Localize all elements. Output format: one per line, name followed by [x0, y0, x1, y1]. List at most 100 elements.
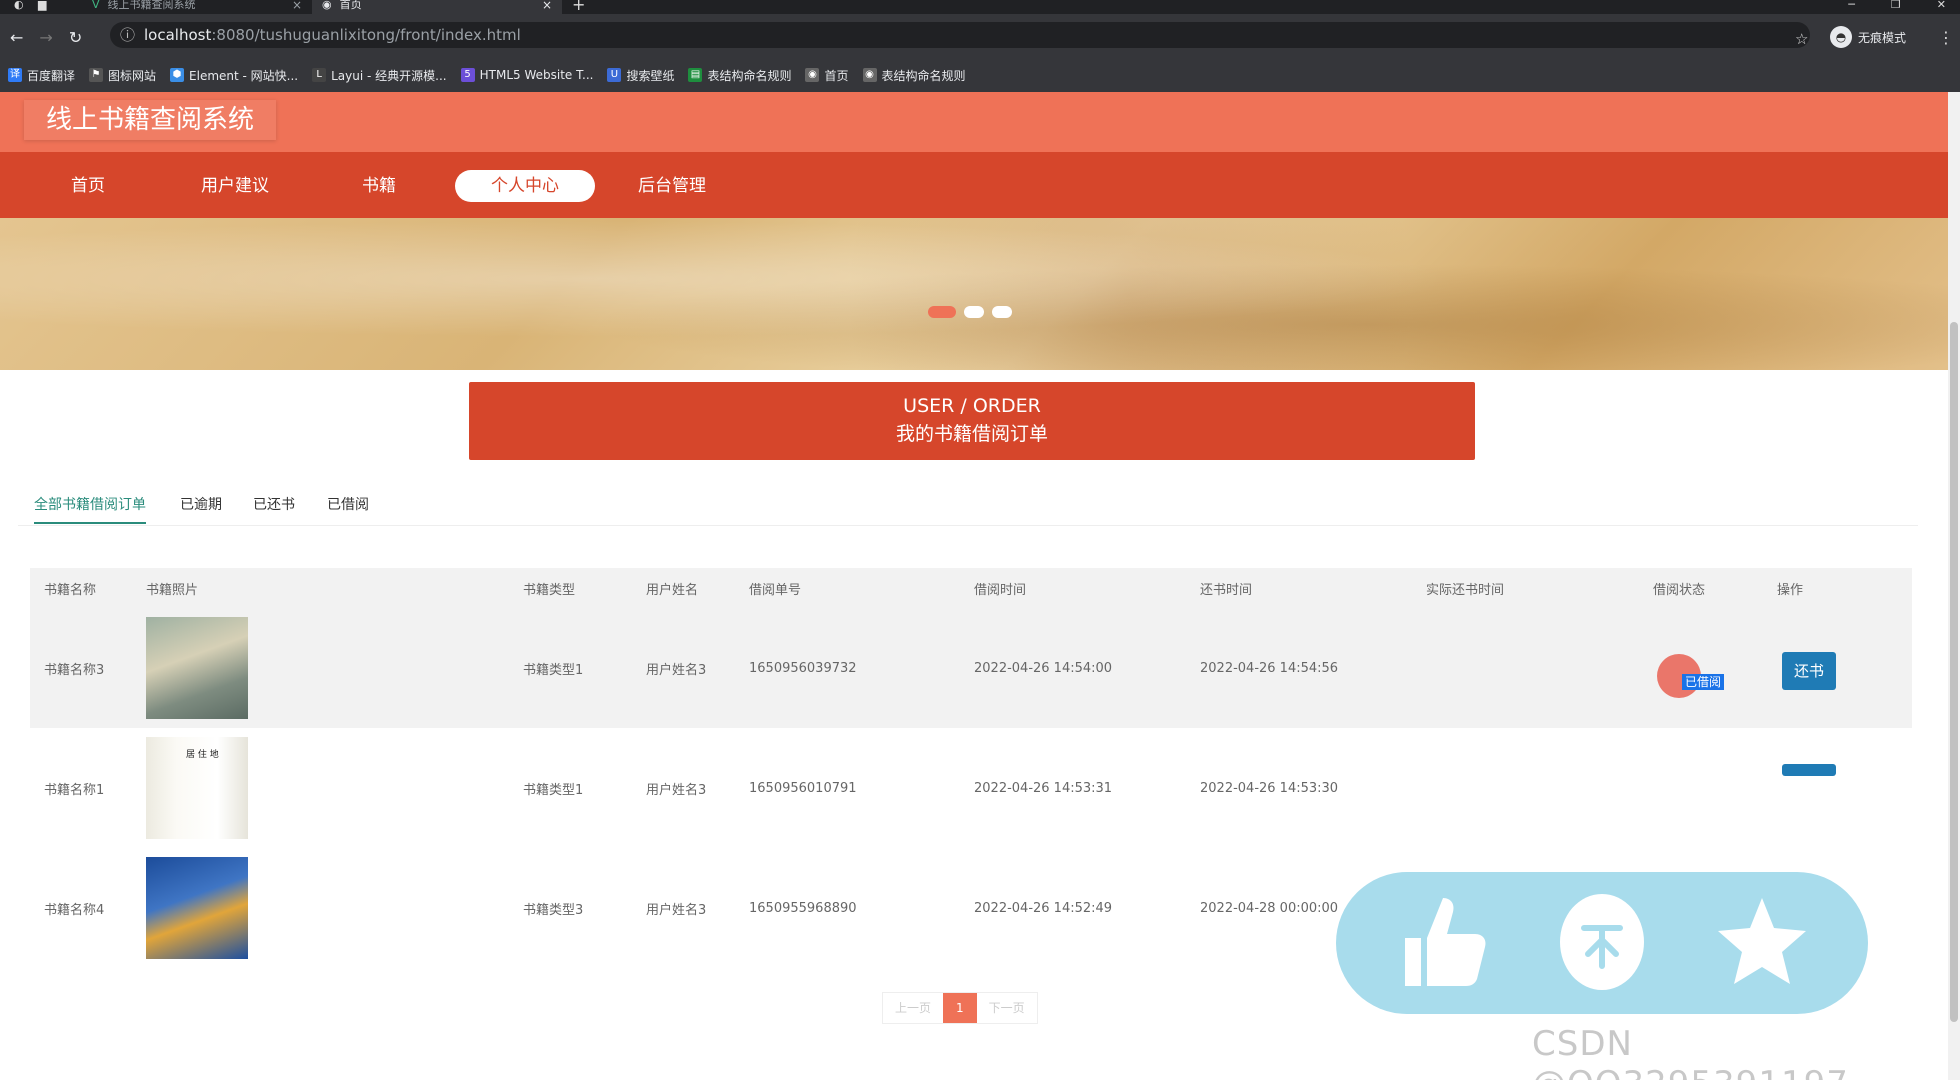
book-photo[interactable]	[146, 848, 248, 968]
url-path: :8080/tushuguanlixitong/front/index.html	[211, 26, 521, 44]
site-header: 线上书籍查阅系统	[0, 92, 1948, 152]
bookmark[interactable]: U 搜索壁纸	[607, 67, 674, 84]
book-cover-image	[146, 737, 248, 839]
col-book-photo: 书籍照片	[146, 582, 199, 598]
pagination: 上一页 1 下一页	[882, 992, 1038, 1024]
html5-icon: 5	[460, 68, 475, 82]
order-header-en: USER / ORDER	[903, 395, 1041, 417]
bookmark[interactable]: ◉ 表结构命名规则	[862, 67, 966, 84]
table-header: 书籍名称 书籍照片 书籍类型 用户姓名 借阅单号 借阅时间 还书时间 实际还书时…	[30, 568, 1912, 608]
carousel-dot[interactable]	[992, 306, 1012, 318]
carousel-dot[interactable]	[964, 306, 984, 318]
globe-icon: ◉	[862, 68, 877, 82]
window-menu-icon[interactable]: ◐	[14, 0, 30, 12]
new-tab-icon[interactable]: +	[572, 0, 585, 13]
bookmark[interactable]: ▤ 表结构命名规则	[688, 67, 791, 84]
bookmark[interactable]: 译百度翻译	[8, 67, 75, 84]
site-info-icon[interactable]: ⓘ	[120, 22, 135, 48]
tab-returned[interactable]: 已还书	[253, 494, 295, 524]
book-name: 书籍名称4	[44, 902, 105, 918]
more-menu-icon[interactable]: ⋮	[1938, 28, 1954, 47]
prev-page-button[interactable]: 上一页	[883, 993, 943, 1023]
wallpaper-icon: U	[607, 68, 622, 82]
browser-tab-strip: ◐ ▆ V 线上书籍查阅系统 × ◉ 首页 × + ─ ❐ ✕	[0, 0, 1960, 14]
tab-borrowed[interactable]: 已借阅	[327, 494, 369, 524]
col-book-type: 书籍类型	[523, 582, 576, 598]
return-time: 2022-04-26 14:54:56	[1200, 660, 1339, 676]
col-borrow-time: 借阅时间	[974, 582, 1027, 598]
banner-carousel[interactable]	[0, 218, 1948, 370]
carousel-dot[interactable]	[928, 306, 956, 318]
bookmark-label: 首页	[824, 68, 849, 83]
bookmark[interactable]: ⬢ Element - 网站快...	[170, 67, 298, 84]
nav-admin[interactable]: 后台管理	[602, 170, 742, 202]
forward-arrow-icon[interactable]: →	[39, 28, 52, 47]
bookmark[interactable]: ⚑ 图标网站	[89, 67, 156, 84]
return-time: 2022-04-28 00:00:00	[1200, 900, 1339, 916]
browser-tab-1-label: 线上书籍查阅系统	[107, 0, 196, 11]
nav-home[interactable]: 首页	[18, 170, 158, 202]
order-no: 1650956039732	[749, 660, 857, 676]
browser-tab-2[interactable]: ◉ 首页 ×	[312, 0, 562, 14]
flag-icon: ⚑	[89, 68, 104, 82]
nav-suggestions[interactable]: 用户建议	[165, 170, 305, 202]
book-type: 书籍类型3	[523, 902, 584, 918]
tab-overdue[interactable]: 已逾期	[180, 494, 222, 524]
book-photo[interactable]	[146, 608, 248, 728]
page-number-button[interactable]: 1	[943, 993, 977, 1023]
book-photo[interactable]	[146, 728, 248, 848]
bookmark-label: 表结构命名规则	[881, 68, 966, 83]
star-icon[interactable]	[1712, 892, 1812, 992]
book-type: 书籍类型1	[523, 782, 584, 798]
globe-icon: ◉	[322, 0, 332, 11]
address-bar[interactable]: ⓘ localhost:8080/tushuguanlixitong/front…	[110, 22, 1810, 48]
incognito-icon: ◓	[1830, 26, 1852, 48]
nav-books[interactable]: 书籍	[309, 170, 449, 202]
page-scrollbar[interactable]	[1948, 92, 1960, 1080]
user-name: 用户姓名3	[646, 782, 707, 798]
profile-button[interactable]: ◓ 无痕模式	[1830, 26, 1906, 48]
tab-all-orders[interactable]: 全部书籍借阅订单	[34, 494, 146, 524]
order-header-cn: 我的书籍借阅订单	[895, 423, 1048, 445]
thumbs-up-icon[interactable]	[1392, 892, 1492, 992]
col-user-name: 用户姓名	[646, 582, 699, 598]
coin-icon[interactable]	[1552, 892, 1652, 992]
globe-icon: ◉	[805, 68, 820, 82]
minimize-icon[interactable]: ─	[1848, 0, 1855, 10]
close-icon[interactable]: ×	[292, 0, 302, 11]
next-page-button[interactable]: 下一页	[977, 993, 1037, 1023]
book-name: 书籍名称3	[44, 662, 105, 678]
site-nav: 首页 用户建议 书籍 个人中心 后台管理	[0, 152, 1948, 218]
bookmark[interactable]: L Layui - 经典开源模...	[312, 67, 447, 84]
order-no: 1650955968890	[749, 900, 857, 916]
col-return-time: 还书时间	[1200, 582, 1253, 598]
bookmark-star-icon[interactable]: ☆	[1795, 30, 1808, 48]
nav-personal-center[interactable]: 个人中心	[455, 170, 595, 202]
reaction-overlay	[1336, 872, 1868, 1014]
back-arrow-icon[interactable]: ←	[10, 28, 23, 47]
book-cover-image	[146, 857, 248, 959]
browser-tab-1[interactable]: V 线上书籍查阅系统 ×	[82, 0, 312, 14]
user-name: 用户姓名3	[646, 662, 707, 678]
book-name: 书籍名称1	[44, 782, 105, 798]
return-book-button[interactable]: 还书	[1782, 652, 1836, 690]
bookmark[interactable]: ◉ 首页	[805, 67, 849, 84]
bookmark[interactable]: 5 HTML5 Website T...	[460, 68, 593, 82]
table-row: 书籍名称3 书籍类型1 用户姓名3 1650956039732 2022-04-…	[30, 608, 1912, 728]
window-controls: ─ ❐ ✕	[1848, 0, 1960, 10]
profile-label: 无痕模式	[1858, 30, 1907, 45]
page-viewport: 线上书籍查阅系统 首页 用户建议 书籍 个人中心 后台管理 USER / ORD…	[0, 92, 1948, 1080]
scrollbar-thumb[interactable]	[1950, 322, 1958, 1022]
reload-icon[interactable]: ↻	[69, 28, 82, 47]
bookmark-label: 表结构命名规则	[707, 68, 792, 83]
return-book-button[interactable]	[1782, 764, 1836, 776]
tab-search-icon[interactable]: ▆	[38, 0, 54, 12]
restore-icon[interactable]: ❐	[1891, 0, 1901, 10]
close-icon[interactable]: ×	[542, 0, 552, 11]
carousel-indicators	[928, 306, 1012, 318]
col-status: 借阅状态	[1653, 582, 1706, 598]
site-title[interactable]: 线上书籍查阅系统	[24, 100, 277, 140]
return-time: 2022-04-26 14:53:30	[1200, 780, 1339, 796]
book-type: 书籍类型1	[523, 662, 584, 678]
close-window-icon[interactable]: ✕	[1937, 0, 1946, 10]
